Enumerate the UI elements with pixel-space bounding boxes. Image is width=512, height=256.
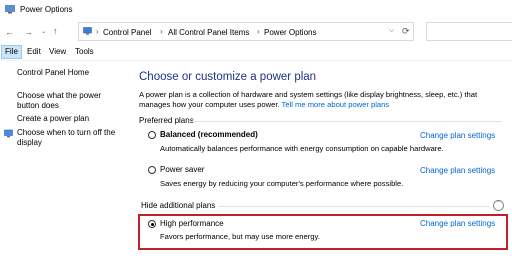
page-title: Choose or customize a power plan bbox=[139, 71, 317, 83]
plan-balanced-name[interactable]: Balanced (recommended) bbox=[160, 130, 258, 139]
page-description: A power plan is a collection of hardware… bbox=[139, 90, 501, 110]
plan-power-saver-name[interactable]: Power saver bbox=[160, 165, 204, 174]
menu-file[interactable]: File bbox=[1, 45, 22, 59]
power-saver-radio[interactable] bbox=[148, 166, 156, 174]
preferred-plans-label: Preferred plans bbox=[139, 116, 194, 125]
control-panel-icon bbox=[83, 27, 92, 35]
address-dropdown-icon[interactable]: ⌵ bbox=[389, 27, 394, 35]
breadcrumb-all-items[interactable]: All Control Panel Items bbox=[168, 28, 249, 37]
sidebar-item-control-panel-home[interactable]: Control Panel Home bbox=[17, 68, 122, 78]
sidebar-item-turn-off-display[interactable]: Choose when to turn off the display bbox=[17, 128, 117, 148]
collapse-chevron-icon[interactable]: ˆ bbox=[493, 200, 504, 211]
section-divider bbox=[190, 121, 502, 122]
hide-additional-plans-label[interactable]: Hide additional plans bbox=[141, 201, 215, 210]
display-icon bbox=[4, 129, 13, 138]
refresh-icon[interactable]: ⟳ bbox=[402, 26, 410, 37]
menu-bar: File Edit View Tools bbox=[0, 44, 512, 61]
back-arrow-icon[interactable]: ← bbox=[5, 26, 14, 38]
menu-edit[interactable]: Edit bbox=[27, 47, 41, 56]
highlight-box bbox=[138, 214, 508, 250]
balanced-radio[interactable] bbox=[148, 131, 156, 139]
recent-chevron-icon[interactable]: ⌄ bbox=[41, 26, 46, 38]
breadcrumb-separator-icon: › bbox=[257, 27, 260, 36]
address-field[interactable]: › Control Panel › All Control Panel Item… bbox=[78, 22, 414, 41]
breadcrumb-separator-icon: › bbox=[160, 27, 163, 36]
plan-power-saver-desc: Saves energy by reducing your computer's… bbox=[160, 179, 404, 188]
menu-tools[interactable]: Tools bbox=[75, 47, 94, 56]
menu-view[interactable]: View bbox=[49, 47, 66, 56]
sidebar-item-create-plan[interactable]: Create a power plan bbox=[17, 114, 122, 124]
breadcrumb-separator-icon: › bbox=[96, 27, 99, 36]
power-options-icon bbox=[5, 5, 15, 14]
up-arrow-icon[interactable]: ↑ bbox=[53, 25, 58, 37]
sidebar: Control Panel Home Choose what the power… bbox=[0, 61, 128, 256]
breadcrumb-control-panel[interactable]: Control Panel bbox=[103, 28, 151, 37]
change-plan-settings-power-saver[interactable]: Change plan settings bbox=[420, 166, 495, 175]
title-bar: Power Options bbox=[0, 0, 512, 20]
forward-arrow-icon[interactable]: → bbox=[24, 26, 33, 38]
change-plan-settings-balanced[interactable]: Change plan settings bbox=[420, 131, 495, 140]
section-divider bbox=[218, 206, 490, 207]
plan-balanced-desc: Automatically balances performance with … bbox=[160, 144, 444, 153]
tell-me-more-link[interactable]: Tell me more about power plans bbox=[282, 100, 390, 109]
search-input[interactable] bbox=[426, 22, 512, 41]
breadcrumb-power-options[interactable]: Power Options bbox=[264, 28, 316, 37]
window-title: Power Options bbox=[20, 5, 73, 14]
sidebar-item-power-button[interactable]: Choose what the power button does bbox=[17, 91, 125, 111]
